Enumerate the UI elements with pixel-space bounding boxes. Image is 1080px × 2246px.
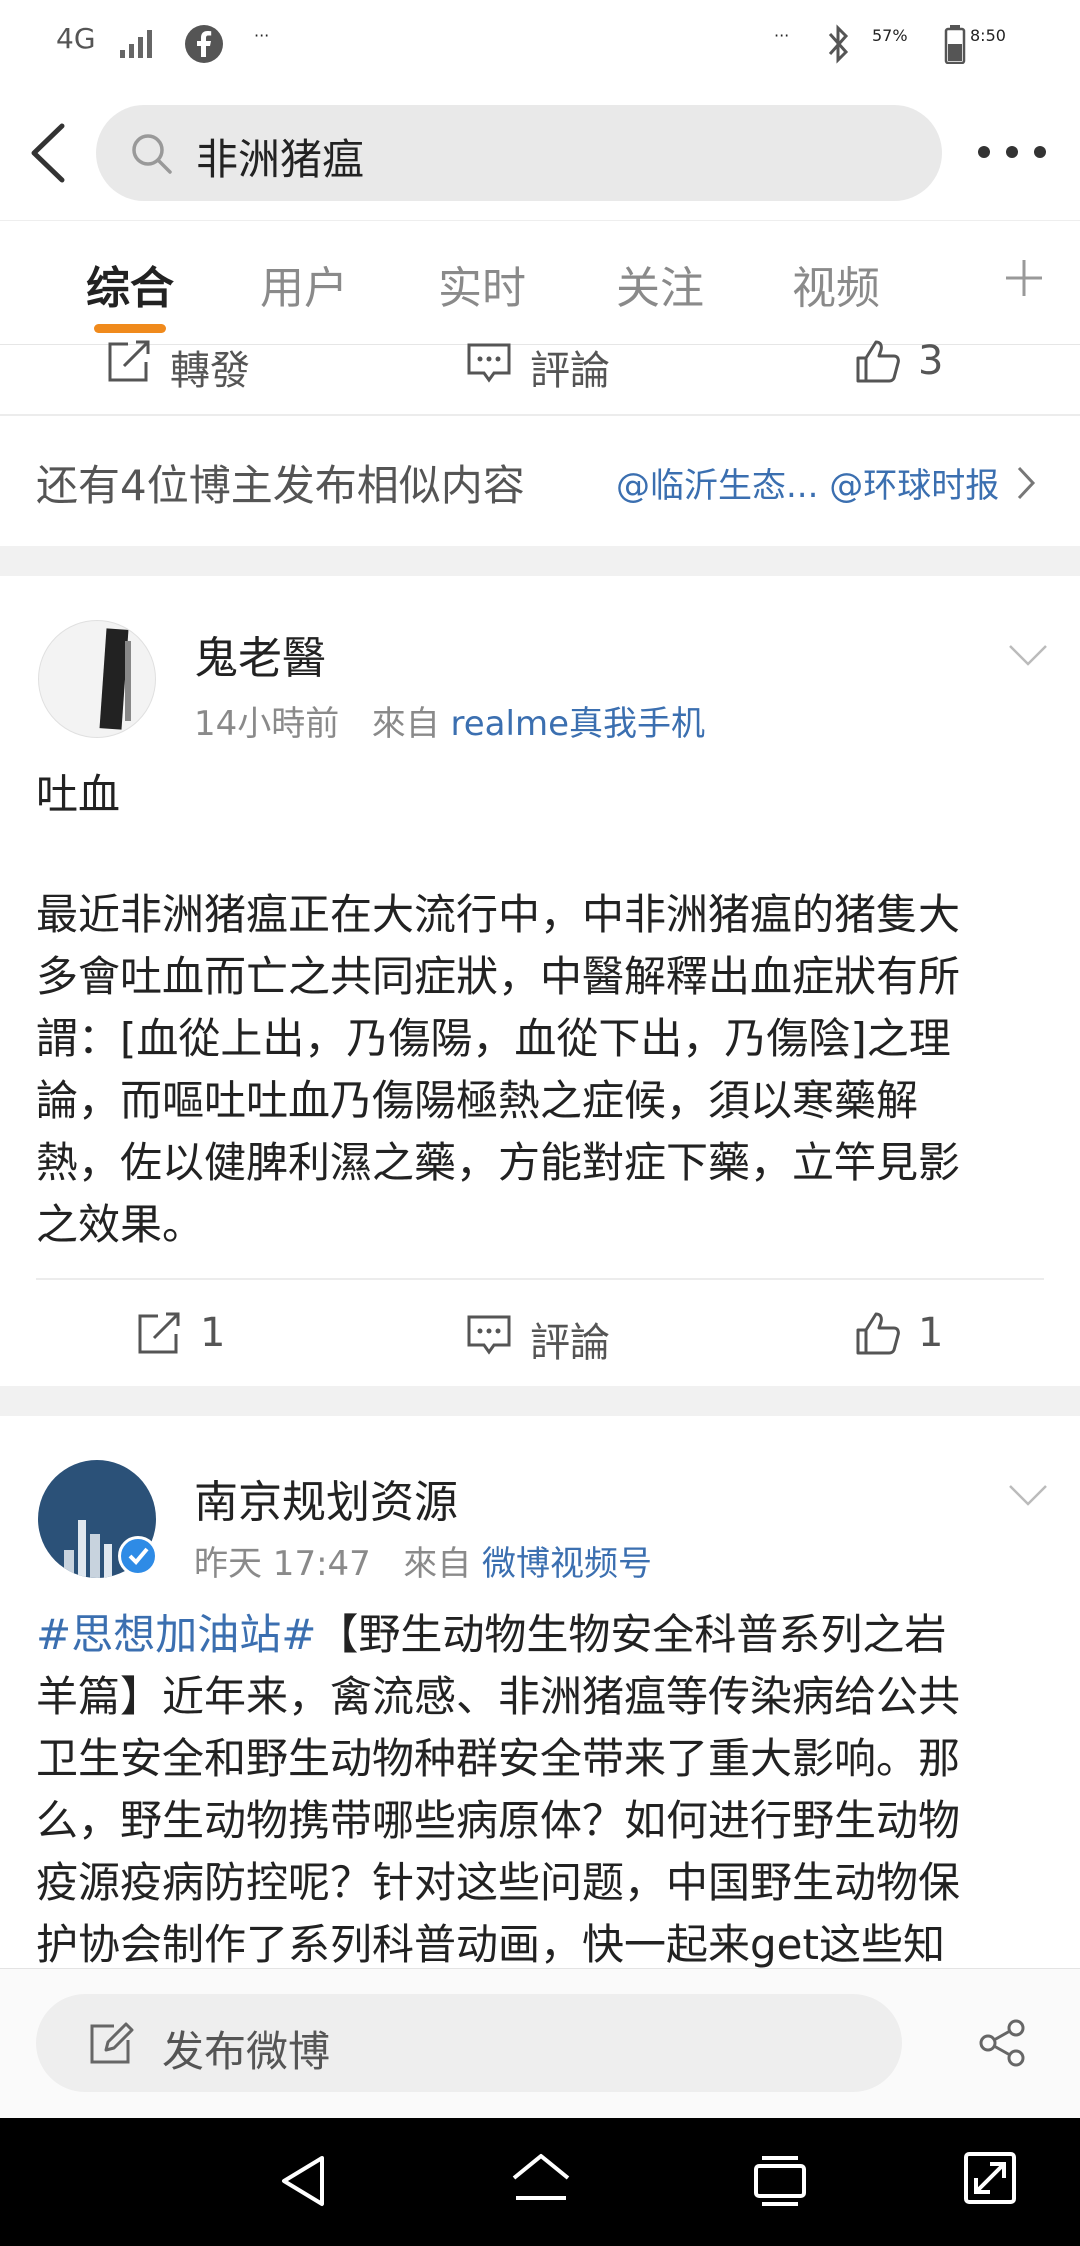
tab-video[interactable]: 视频	[792, 252, 880, 316]
post-line: 熱，佐以健脾利濕之藥，方能對症下藥，立竿見影	[36, 1138, 961, 1187]
add-tab-icon[interactable]	[1004, 258, 1044, 298]
nav-back-icon[interactable]	[276, 2152, 330, 2210]
similar-content-mentions[interactable]: @临沂生态... @环球时报	[616, 458, 999, 507]
bluetooth-icon	[828, 24, 849, 64]
tab-users[interactable]: 用户	[260, 252, 348, 316]
repost-icon[interactable]	[136, 1310, 182, 1356]
like-icon[interactable]	[854, 338, 902, 384]
post-body: #思想加油站#【野生动物生物安全科普系列之岩 羊篇】近年来，禽流感、非洲猪瘟等传…	[36, 1604, 1046, 1976]
nav-home-icon[interactable]	[510, 2150, 572, 2210]
repost-label[interactable]: 轉發	[170, 338, 250, 396]
signal-icon	[120, 30, 152, 58]
post-line: 疫源疫病防控呢？针对这些问题，中国野生动物保	[36, 1858, 961, 1907]
verified-badge-icon	[118, 1536, 158, 1576]
edit-icon	[90, 2022, 134, 2064]
post-meta: 昨天 17:47 來自 微博视频号	[194, 1536, 652, 1585]
avatar[interactable]	[38, 620, 156, 738]
like-icon[interactable]	[854, 1310, 902, 1356]
similar-content-text: 还有4位博主发布相似内容	[36, 461, 525, 510]
nav-recents-icon[interactable]	[752, 2154, 808, 2206]
clock: 8:50	[970, 26, 1006, 45]
post-title: 吐血	[36, 770, 121, 819]
post-author[interactable]: 鬼老醫	[194, 622, 326, 686]
post-time: 14小時前	[194, 704, 340, 744]
tab-comprehensive[interactable]: 综合	[86, 252, 174, 316]
nav-expand-icon[interactable]	[962, 2150, 1018, 2206]
section-separator	[0, 546, 1080, 576]
divider	[36, 1278, 1044, 1280]
like-count: 1	[918, 1310, 944, 1356]
repost-icon[interactable]	[106, 338, 152, 384]
comment-label[interactable]: 評論	[530, 338, 610, 396]
status-more-left: ···	[254, 26, 270, 45]
comment-icon[interactable]	[466, 342, 512, 384]
post-line: 么，野生动物携带哪些病原体？如何进行野生动物	[36, 1796, 961, 1845]
post-author[interactable]: 南京规划资源	[194, 1466, 458, 1530]
tab-following[interactable]: 关注	[616, 252, 704, 316]
status-more-right: ···	[774, 26, 790, 45]
battery-icon	[944, 25, 966, 64]
search-query: 非洲猪瘟	[196, 135, 365, 184]
post-from-label: 來自	[403, 1544, 472, 1584]
battery-percent: 57%	[872, 26, 908, 45]
chevron-down-icon[interactable]	[1006, 1474, 1050, 1518]
post-line: 卫生安全和野生动物种群安全带来了重大影响。那	[36, 1734, 961, 1783]
comment-icon[interactable]	[466, 1314, 512, 1356]
share-icon[interactable]	[976, 2018, 1030, 2068]
post-body: 最近非洲猪瘟正在大流行中，中非洲猪瘟的猪隻大 多會吐血而亡之共同症狀，中醫解釋出…	[36, 884, 1046, 1256]
back-arrow-icon[interactable]	[26, 122, 70, 184]
post-line: 最近非洲猪瘟正在大流行中，中非洲猪瘟的猪隻大	[36, 890, 961, 939]
more-options-icon[interactable]	[976, 142, 1048, 162]
comment-label[interactable]: 評論	[530, 1310, 610, 1368]
search-icon	[132, 134, 172, 174]
post-line: 之效果。	[36, 1200, 205, 1249]
post-line: 羊篇】近年来，禽流感、非洲猪瘟等传染病给公共	[36, 1672, 961, 1721]
post-line: 护协会制作了系列科普动画，快一起来get这些知	[36, 1920, 945, 1969]
chevron-right-icon[interactable]	[1014, 464, 1038, 502]
facebook-icon	[185, 25, 223, 63]
active-tab-indicator	[94, 324, 166, 333]
like-count: 3	[918, 338, 944, 384]
post-source[interactable]: realme真我手机	[451, 704, 705, 744]
hashtag-link[interactable]: #思想加油站#	[36, 1610, 316, 1659]
compose-label: 发布微博	[162, 2027, 331, 2076]
post-meta: 14小時前 來自 realme真我手机	[194, 696, 705, 745]
repost-count[interactable]: 1	[200, 1310, 225, 1356]
chevron-down-icon[interactable]	[1006, 634, 1050, 678]
post-from-label: 來自	[371, 704, 440, 744]
network-indicator: 4G	[56, 22, 96, 55]
tab-realtime[interactable]: 实时	[438, 252, 526, 316]
post-line: 【野生动物生物安全科普系列之岩	[316, 1610, 947, 1659]
divider	[0, 414, 1080, 416]
post-source[interactable]: 微博视频号	[482, 1544, 652, 1584]
section-separator	[0, 1386, 1080, 1416]
post-line: 謂：[血從上出，乃傷陽，血從下出，乃傷陰]之理	[36, 1014, 951, 1063]
post-line: 多會吐血而亡之共同症狀，中醫解釋出血症狀有所	[36, 952, 961, 1001]
post-line: 論，而嘔吐吐血乃傷陽極熱之症候，須以寒藥解	[36, 1076, 919, 1125]
post-time: 昨天 17:47	[194, 1544, 371, 1584]
